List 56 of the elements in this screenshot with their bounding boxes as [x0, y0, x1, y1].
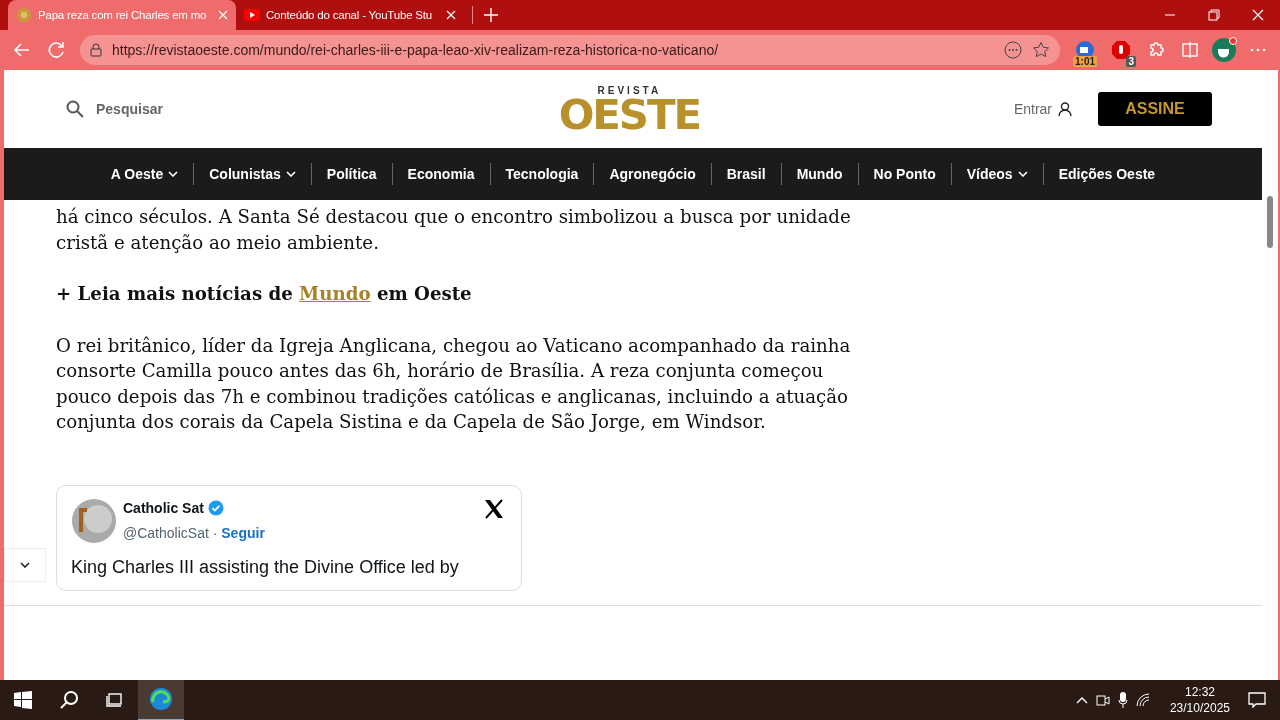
camera-icon[interactable] [1095, 693, 1110, 707]
clock[interactable]: 12:32 23/10/2025 [1169, 684, 1230, 716]
caret-icon [285, 171, 296, 177]
avatar [71, 498, 117, 544]
nav-item[interactable]: Edições Oeste [1043, 166, 1171, 182]
caret-icon [168, 171, 179, 177]
start-icon[interactable] [14, 691, 32, 709]
separator-dot: · [212, 525, 218, 541]
nav-item[interactable]: No Ponto [858, 166, 951, 182]
chevron-icon [20, 562, 30, 568]
section-link[interactable]: Mundo [299, 283, 371, 304]
browser-tab[interactable]: Conteúdo do canal - YouTube Stu [236, 0, 464, 30]
related-text: + Leia mais notícias de [56, 283, 293, 304]
nav-item[interactable]: Colunistas [194, 166, 311, 182]
lock-icon [90, 43, 102, 57]
chevron-up-icon[interactable] [1075, 696, 1088, 704]
browser-icon[interactable] [149, 687, 173, 711]
person-icon [1058, 102, 1072, 116]
nav-item[interactable]: Vídeos [951, 166, 1043, 182]
address-bar[interactable]: https://revistaoeste.com/mundo/rei-charles-iii-e-papa-leao-xiv-realizam-reza-historica-no-vaticano/ [80, 35, 1060, 65]
nav-item[interactable]: A Oeste [95, 166, 194, 182]
star-icon[interactable] [1032, 41, 1050, 59]
login-button[interactable]: Entrar [1007, 100, 1078, 118]
close-icon[interactable] [446, 10, 456, 20]
related-text: em Oeste [376, 283, 472, 304]
nav-item[interactable]: Brasil [711, 166, 781, 182]
more-icon[interactable] [1004, 41, 1022, 59]
wifi-icon[interactable] [1135, 693, 1152, 707]
article-paragraph: há cinco séculos. A Santa Sé destacou que o encontro simbolizou a busca por unidade cristã e atenção ao meio ambiente. [56, 205, 852, 255]
new-tab-icon[interactable] [483, 7, 499, 23]
post-text: King Charles III assisting the Divine Office led by [71, 555, 460, 579]
close-icon[interactable] [218, 10, 228, 20]
search-icon[interactable] [66, 100, 84, 118]
logo-subtitle: REVISTA [597, 84, 662, 96]
caret-icon [1017, 171, 1028, 177]
task-view-icon[interactable] [106, 692, 124, 708]
subscribe-button[interactable]: ASSINE [1098, 92, 1212, 126]
timer-badge: 1:01 [1073, 56, 1097, 67]
nav-item[interactable]: Tecnologia [490, 166, 594, 182]
follow-link[interactable]: Seguir [221, 525, 265, 541]
nav-item[interactable]: Política [311, 166, 392, 182]
nav-item[interactable]: Mundo [781, 166, 858, 182]
account-handle[interactable]: @CatholicSat [123, 525, 209, 541]
nav-item[interactable]: Agronegócio [594, 166, 711, 182]
notification-icon[interactable] [1248, 692, 1266, 708]
x-logo-icon[interactable] [483, 497, 505, 520]
search-icon[interactable] [59, 690, 79, 710]
nav-item[interactable]: Economia [392, 166, 490, 182]
site-icon [16, 7, 32, 23]
account-name[interactable]: Catholic Sat [123, 495, 204, 521]
count-badge: 3 [1126, 56, 1136, 67]
microphone-icon[interactable] [1117, 692, 1128, 708]
video-icon [244, 9, 260, 21]
search-link[interactable]: Pesquisar [96, 101, 163, 117]
profile-avatar[interactable] [1210, 36, 1238, 64]
article-paragraph: O rei britânico, líder da Igreja Anglicana, chegou ao Vaticano acompanhado da rainha consorte Camilla pouco antes das 6h, horário de Brasília. A reza conjunta começou pouco depois das 7h e combinou tradições católicas e anglicanas, incluindo a atuação conjunta dos corais da Capela Sistina e da Capela de São Jorge, em Windsor. [56, 333, 852, 434]
